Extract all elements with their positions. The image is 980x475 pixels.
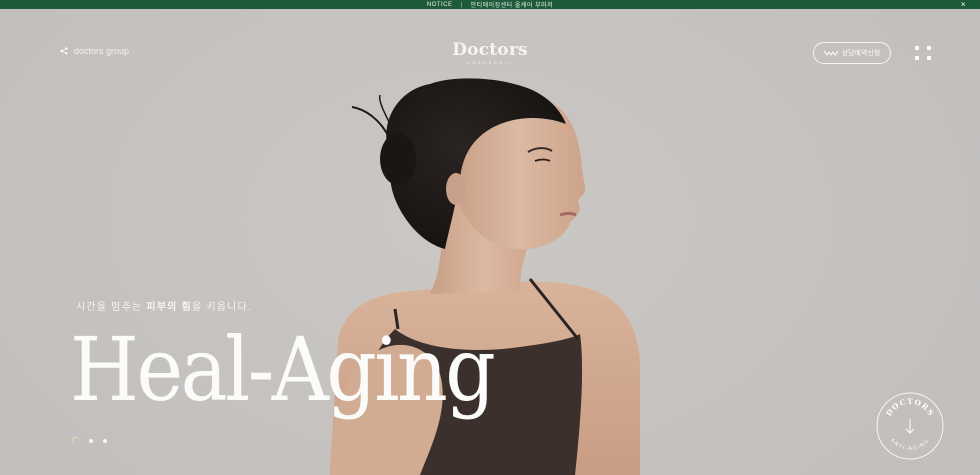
wave-icon: [823, 50, 838, 56]
slide-dot-2[interactable]: [89, 438, 93, 443]
close-icon[interactable]: ×: [961, 0, 966, 9]
svg-text:DOCTORS: DOCTORS: [884, 397, 936, 418]
hero-tagline: 시간을 멈추는 피부의 힘을 키웁니다.: [76, 298, 252, 313]
reserve-label: 상담예약신청: [841, 50, 881, 57]
notice-text[interactable]: 안티에이징센터 올케어 부마저: [471, 0, 554, 9]
grid-menu-icon[interactable]: [915, 46, 931, 60]
arrow-down-icon: [905, 419, 915, 434]
notice-separator: |: [460, 1, 463, 8]
slide-pagination: [72, 437, 107, 444]
badge-text-top: DOCTORS: [884, 397, 935, 418]
tagline-pre: 시간을 멈추는: [76, 302, 147, 313]
tagline-post: 을 키웁니다.: [191, 302, 252, 313]
hero-section: doctors group Doctors GAROSUGIL 상담예약신청 시…: [0, 9, 980, 475]
badge-text-bottom: ANTI-AGING: [889, 438, 929, 452]
consultation-reservation-button[interactable]: 상담예약신청: [813, 42, 891, 64]
hero-headline: Heal-Aging: [70, 318, 496, 421]
slide-dot-1[interactable]: [72, 437, 79, 444]
notice-label: NOTICE: [426, 1, 453, 8]
svg-text:ANTI-AGING: ANTI-AGING: [889, 438, 931, 452]
scroll-down-badge[interactable]: DOCTORS ANTI-AGING: [876, 392, 944, 460]
notice-bar[interactable]: NOTICE | 안티에이징센터 올케어 부마저 ×: [0, 0, 980, 9]
tagline-bold: 피부의 힘: [146, 302, 192, 313]
slide-dot-3[interactable]: [103, 438, 107, 443]
